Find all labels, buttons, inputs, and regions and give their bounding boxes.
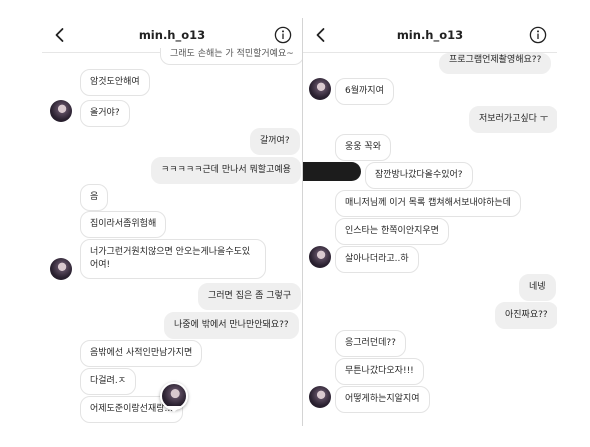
redacted-avatar-pill [303,162,361,181]
chat-header: min.h_o13 [303,18,557,53]
avatar[interactable] [50,100,72,122]
message-bubble-cut: 그래도 손해는 가 적민할거예요~ [160,48,302,65]
message-bubble: 집이라서좀위험해 [80,211,167,238]
message-bubble: 매니저님께 이거 목록 캡쳐해서보내야하는데 [335,190,521,217]
message-bubble: 음밖에선 사적인만남가지면 [80,340,203,367]
info-icon[interactable] [274,26,292,44]
info-icon[interactable] [529,26,547,44]
message-bubble: 올거야? [80,100,130,127]
avatar[interactable] [50,258,72,280]
message-bubble: 살아나더라고..하 [335,246,419,273]
message-bubble: 음 [80,184,109,211]
message-bubble: 웅웅 꼭와 [335,134,391,161]
chat-username[interactable]: min.h_o13 [303,28,557,42]
chat-username[interactable]: min.h_o13 [42,28,302,42]
message-bubble: 잠깐방나갔다올수있어? [365,162,473,189]
message-bubble: 그러면 집은 좀 그렇구 [198,283,302,310]
avatar[interactable] [309,386,331,408]
message-bubble: 무튼나갔다오자!!! [335,358,424,385]
right-chat-panel: min.h_o13 프로그램언제촬영해요?? 6월까지여 저보러가고싶다 ㅜ 웅… [303,18,557,426]
message-bubble: ㅋㅋㅋㅋㅋ근데 만나서 뭐할고예용 [151,157,301,184]
message-bubble: 응그러던데?? [335,330,406,357]
message-bubble: 다걸려.ㅈ [80,368,136,395]
avatar[interactable] [309,246,331,268]
message-bubble: 암것도안해여 [80,69,150,96]
avatar[interactable] [309,78,331,100]
message-bubble: 인스타는 한쪽이안지우면 [335,218,449,245]
message-bubble: 저보러가고싶다 ㅜ [469,106,557,133]
message-bubble: 네넹 [519,274,556,301]
message-bubble: 너가그런거원치않으면 안오는게나을수도있어여! [80,239,266,279]
message-bubble: 6월까지여 [335,78,394,105]
message-bubble: 어떻게하는지알지여 [335,386,430,413]
seen-pointer [167,406,181,412]
message-bubble: 나중에 밖에서 만나만안돼요?? [164,312,299,339]
message-bubble: 갈꺼여? [250,128,300,155]
left-chat-panel: min.h_o13 그래도 손해는 가 적민할거예요~ 암것도안해여 올거야? … [42,18,302,426]
message-bubble: 아진짜요?? [495,302,557,329]
message-bubble: 프로그램언제촬영해요?? [439,53,552,74]
